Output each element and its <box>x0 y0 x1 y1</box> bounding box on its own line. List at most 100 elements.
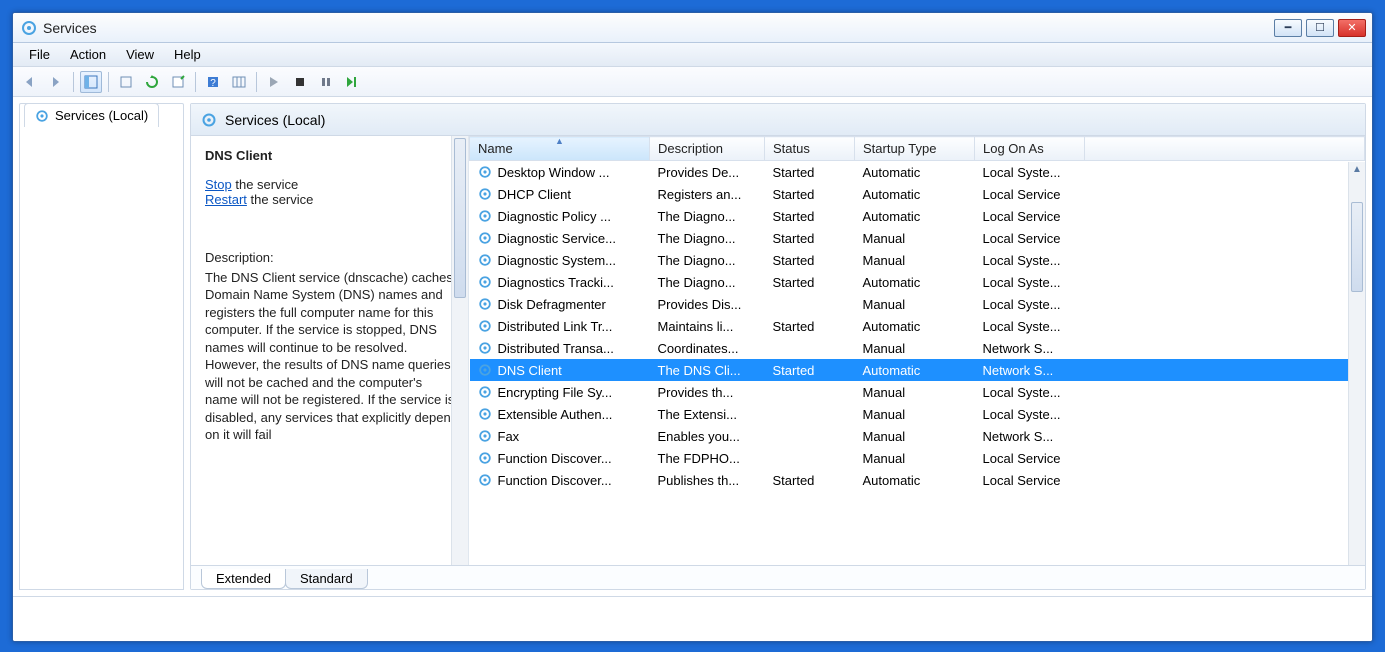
column-name[interactable]: ▲Name <box>470 137 650 161</box>
show-hide-tree-button[interactable] <box>80 71 102 93</box>
column-startup-type[interactable]: Startup Type <box>855 137 975 161</box>
column-description[interactable]: Description <box>650 137 765 161</box>
navigation-pane: Services (Local) <box>19 103 184 590</box>
detail-scroll-thumb[interactable] <box>454 138 466 298</box>
cell-description: The Extensi... <box>650 403 765 425</box>
menu-file[interactable]: File <box>19 45 60 64</box>
cell-description: Coordinates... <box>650 337 765 359</box>
maximize-button[interactable]: ☐ <box>1306 19 1334 37</box>
table-row[interactable]: DNS ClientThe DNS Cli...StartedAutomatic… <box>470 359 1365 381</box>
table-row[interactable]: Encrypting File Sy...Provides th...Manua… <box>470 381 1365 403</box>
column-status[interactable]: Status <box>765 137 855 161</box>
cell-status: Started <box>765 161 855 184</box>
cell-name: Desktop Window ... <box>498 165 610 180</box>
properties-button[interactable] <box>167 71 189 93</box>
cell-description: Provides De... <box>650 161 765 184</box>
start-service-button[interactable] <box>263 71 285 93</box>
stop-suffix: the service <box>232 177 298 192</box>
view-tabs: Extended Standard <box>191 565 1365 589</box>
cell-name: Function Discover... <box>498 451 612 466</box>
help-button[interactable]: ? <box>202 71 224 93</box>
columns-button[interactable] <box>228 71 250 93</box>
menu-help[interactable]: Help <box>164 45 211 64</box>
cell-name: Distributed Transa... <box>498 341 614 356</box>
cell-logon: Local Service <box>975 447 1085 469</box>
restart-service-link[interactable]: Restart <box>205 192 247 207</box>
cell-name: Distributed Link Tr... <box>498 319 613 334</box>
cell-status: Started <box>765 271 855 293</box>
tab-extended[interactable]: Extended <box>201 569 286 589</box>
main-pane: Services (Local) DNS Client Stop the ser… <box>190 103 1366 590</box>
cell-logon: Local Service <box>975 469 1085 491</box>
app-gear-icon <box>21 20 37 36</box>
forward-button[interactable] <box>45 71 67 93</box>
cell-status <box>765 293 855 315</box>
menu-action[interactable]: Action <box>60 45 116 64</box>
cell-name: DHCP Client <box>498 187 571 202</box>
restart-service-button[interactable] <box>341 71 363 93</box>
back-button[interactable] <box>19 71 41 93</box>
gear-icon <box>478 473 492 487</box>
window-title: Services <box>43 20 1274 36</box>
cell-name: Fax <box>498 429 520 444</box>
table-row[interactable]: Diagnostics Tracki...The Diagno...Starte… <box>470 271 1365 293</box>
cell-logon: Local Syste... <box>975 381 1085 403</box>
description-block: Description: The DNS Client service (dns… <box>205 249 458 444</box>
stop-service-button[interactable] <box>289 71 311 93</box>
titlebar[interactable]: Services ━ ☐ ✕ <box>13 13 1372 43</box>
cell-status: Started <box>765 227 855 249</box>
cell-status <box>765 403 855 425</box>
cell-description: The FDPHO... <box>650 447 765 469</box>
close-button[interactable]: ✕ <box>1338 19 1366 37</box>
cell-description: The Diagno... <box>650 249 765 271</box>
menu-view[interactable]: View <box>116 45 164 64</box>
table-row[interactable]: DHCP ClientRegisters an...StartedAutomat… <box>470 183 1365 205</box>
cell-name: Encrypting File Sy... <box>498 385 613 400</box>
table-row[interactable]: Extensible Authen...The Extensi...Manual… <box>470 403 1365 425</box>
gear-icon <box>478 275 492 289</box>
table-row[interactable]: Function Discover...The FDPHO...ManualLo… <box>470 447 1365 469</box>
gear-icon <box>478 429 492 443</box>
gear-icon <box>478 165 492 179</box>
export-list-button[interactable] <box>115 71 137 93</box>
toolbar-separator <box>108 72 109 92</box>
table-row[interactable]: FaxEnables you...ManualNetwork S... <box>470 425 1365 447</box>
detail-scrollbar[interactable] <box>451 136 468 565</box>
list-scrollbar[interactable]: ▲ <box>1348 162 1365 565</box>
refresh-button[interactable] <box>141 71 163 93</box>
cell-description: Registers an... <box>650 183 765 205</box>
detail-pane: DNS Client Stop the service Restart the … <box>191 136 469 565</box>
cell-startup: Manual <box>855 425 975 447</box>
tab-standard[interactable]: Standard <box>285 569 368 589</box>
gear-icon <box>35 109 49 123</box>
cell-startup: Manual <box>855 403 975 425</box>
cell-status: Started <box>765 183 855 205</box>
cell-name: Diagnostics Tracki... <box>498 275 614 290</box>
minimize-button[interactable]: ━ <box>1274 19 1302 37</box>
cell-logon: Local Syste... <box>975 293 1085 315</box>
stop-service-link[interactable]: Stop <box>205 177 232 192</box>
body-area: Services (Local) Services (Local) DNS Cl… <box>13 97 1372 597</box>
cell-status <box>765 337 855 359</box>
toolbar-separator <box>195 72 196 92</box>
cell-description: The Diagno... <box>650 227 765 249</box>
list-scroll-thumb[interactable] <box>1351 202 1363 292</box>
table-row[interactable]: Diagnostic Service...The Diagno...Starte… <box>470 227 1365 249</box>
toolbar: ? <box>13 67 1372 97</box>
table-row[interactable]: Diagnostic System...The Diagno...Started… <box>470 249 1365 271</box>
gear-icon <box>478 231 492 245</box>
scroll-up-icon[interactable]: ▲ <box>1349 162 1365 175</box>
table-row[interactable]: Disk DefragmenterProvides Dis...ManualLo… <box>470 293 1365 315</box>
pause-service-button[interactable] <box>315 71 337 93</box>
cell-startup: Automatic <box>855 315 975 337</box>
cell-startup: Automatic <box>855 271 975 293</box>
column-logon-as[interactable]: Log On As <box>975 137 1085 161</box>
table-row[interactable]: Diagnostic Policy ...The Diagno...Starte… <box>470 205 1365 227</box>
table-row[interactable]: Distributed Transa...Coordinates...Manua… <box>470 337 1365 359</box>
gear-icon <box>478 319 492 333</box>
table-row[interactable]: Function Discover...Publishes th...Start… <box>470 469 1365 491</box>
nav-services-local[interactable]: Services (Local) <box>24 103 159 127</box>
table-row[interactable]: Distributed Link Tr...Maintains li...Sta… <box>470 315 1365 337</box>
table-row[interactable]: Desktop Window ...Provides De...StartedA… <box>470 161 1365 184</box>
cell-logon: Local Service <box>975 183 1085 205</box>
